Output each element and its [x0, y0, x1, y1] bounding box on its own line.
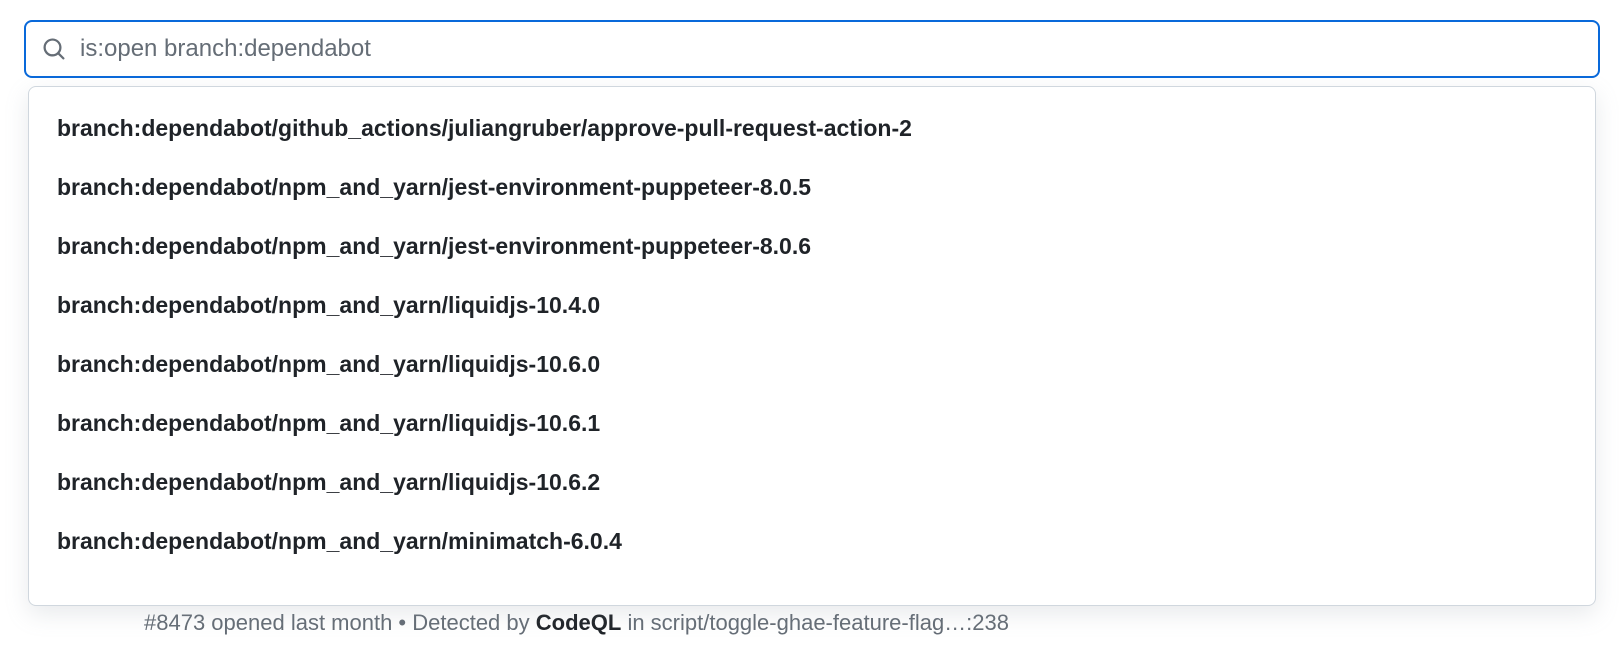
- search-input[interactable]: [80, 35, 1582, 63]
- file-location: in script/toggle-ghae-feature-flag…:238: [621, 610, 1009, 635]
- detector-name: CodeQL: [536, 610, 622, 635]
- opened-text: opened last month • Detected by: [205, 610, 536, 635]
- suggestion-item[interactable]: branch:dependabot/npm_and_yarn/liquidjs-…: [29, 276, 1595, 335]
- suggestion-item[interactable]: branch:dependabot/npm_and_yarn/jest-envi…: [29, 158, 1595, 217]
- search-icon: [42, 37, 66, 61]
- issue-metadata-row: #8473 opened last month • Detected by Co…: [144, 610, 1009, 636]
- suggestion-item[interactable]: branch:dependabot/npm_and_yarn/liquidjs-…: [29, 453, 1595, 512]
- autocomplete-dropdown: branch:dependabot/github_actions/juliang…: [28, 86, 1596, 606]
- suggestion-item[interactable]: branch:dependabot/npm_and_yarn/liquidjs-…: [29, 394, 1595, 453]
- suggestion-item[interactable]: branch:dependabot/github_actions/juliang…: [29, 99, 1595, 158]
- issue-number: #8473: [144, 610, 205, 635]
- dropdown-scroll[interactable]: branch:dependabot/github_actions/juliang…: [29, 87, 1595, 605]
- suggestion-item[interactable]: branch:dependabot/npm_and_yarn/minimatch…: [29, 512, 1595, 571]
- search-box[interactable]: [24, 20, 1600, 78]
- suggestion-item[interactable]: branch:dependabot/npm_and_yarn/liquidjs-…: [29, 335, 1595, 394]
- suggestion-item[interactable]: branch:dependabot/npm_and_yarn/jest-envi…: [29, 217, 1595, 276]
